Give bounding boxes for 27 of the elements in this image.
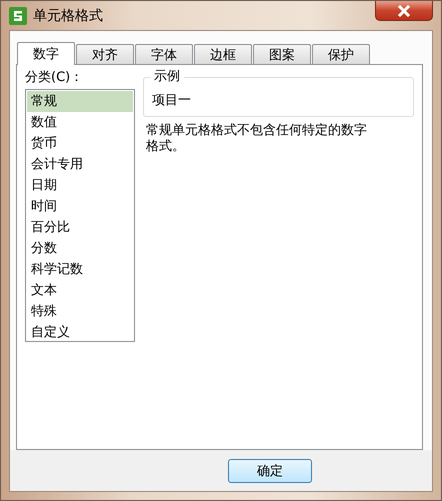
tab[interactable]: 图案 — [253, 44, 311, 64]
tab[interactable]: 保护 — [312, 44, 370, 64]
list-item[interactable]: 货币 — [27, 133, 133, 154]
description-text: 常规单元格格式不包含任何特定的数字格式。 — [146, 123, 368, 155]
list-item[interactable]: 自定义 — [27, 322, 133, 343]
list-item[interactable]: 百分比 — [27, 217, 133, 238]
tab[interactable]: 字体 — [135, 44, 193, 64]
list-item[interactable]: 数值 — [27, 112, 133, 133]
close-button[interactable] — [375, 1, 433, 21]
app-icon — [9, 6, 27, 24]
list-item[interactable]: 常规 — [27, 91, 133, 112]
ok-button[interactable]: 确定 — [228, 458, 312, 482]
list-item[interactable]: 时间 — [27, 196, 133, 217]
list-item[interactable]: 日期 — [27, 175, 133, 196]
category-list[interactable]: 常规 数值 货币 会计专用 日期 时间 百分比 分数 科学记数 文本 特殊 自定义 — [25, 89, 135, 342]
tab[interactable]: 对齐 — [76, 44, 134, 64]
list-item[interactable]: 特殊 — [27, 301, 133, 322]
tab[interactable]: 边框 — [194, 44, 252, 64]
tab[interactable]: 数字 — [17, 42, 75, 65]
close-icon — [397, 4, 411, 16]
list-item[interactable]: 文本 — [27, 280, 133, 301]
list-item[interactable]: 科学记数 — [27, 259, 133, 280]
window-title: 单元格格式 — [33, 6, 103, 24]
category-label: 分类(C)： — [25, 69, 84, 87]
list-item[interactable]: 会计专用 — [27, 154, 133, 175]
list-item[interactable]: 分数 — [27, 238, 133, 259]
sample-value: 项目一 — [152, 92, 191, 109]
